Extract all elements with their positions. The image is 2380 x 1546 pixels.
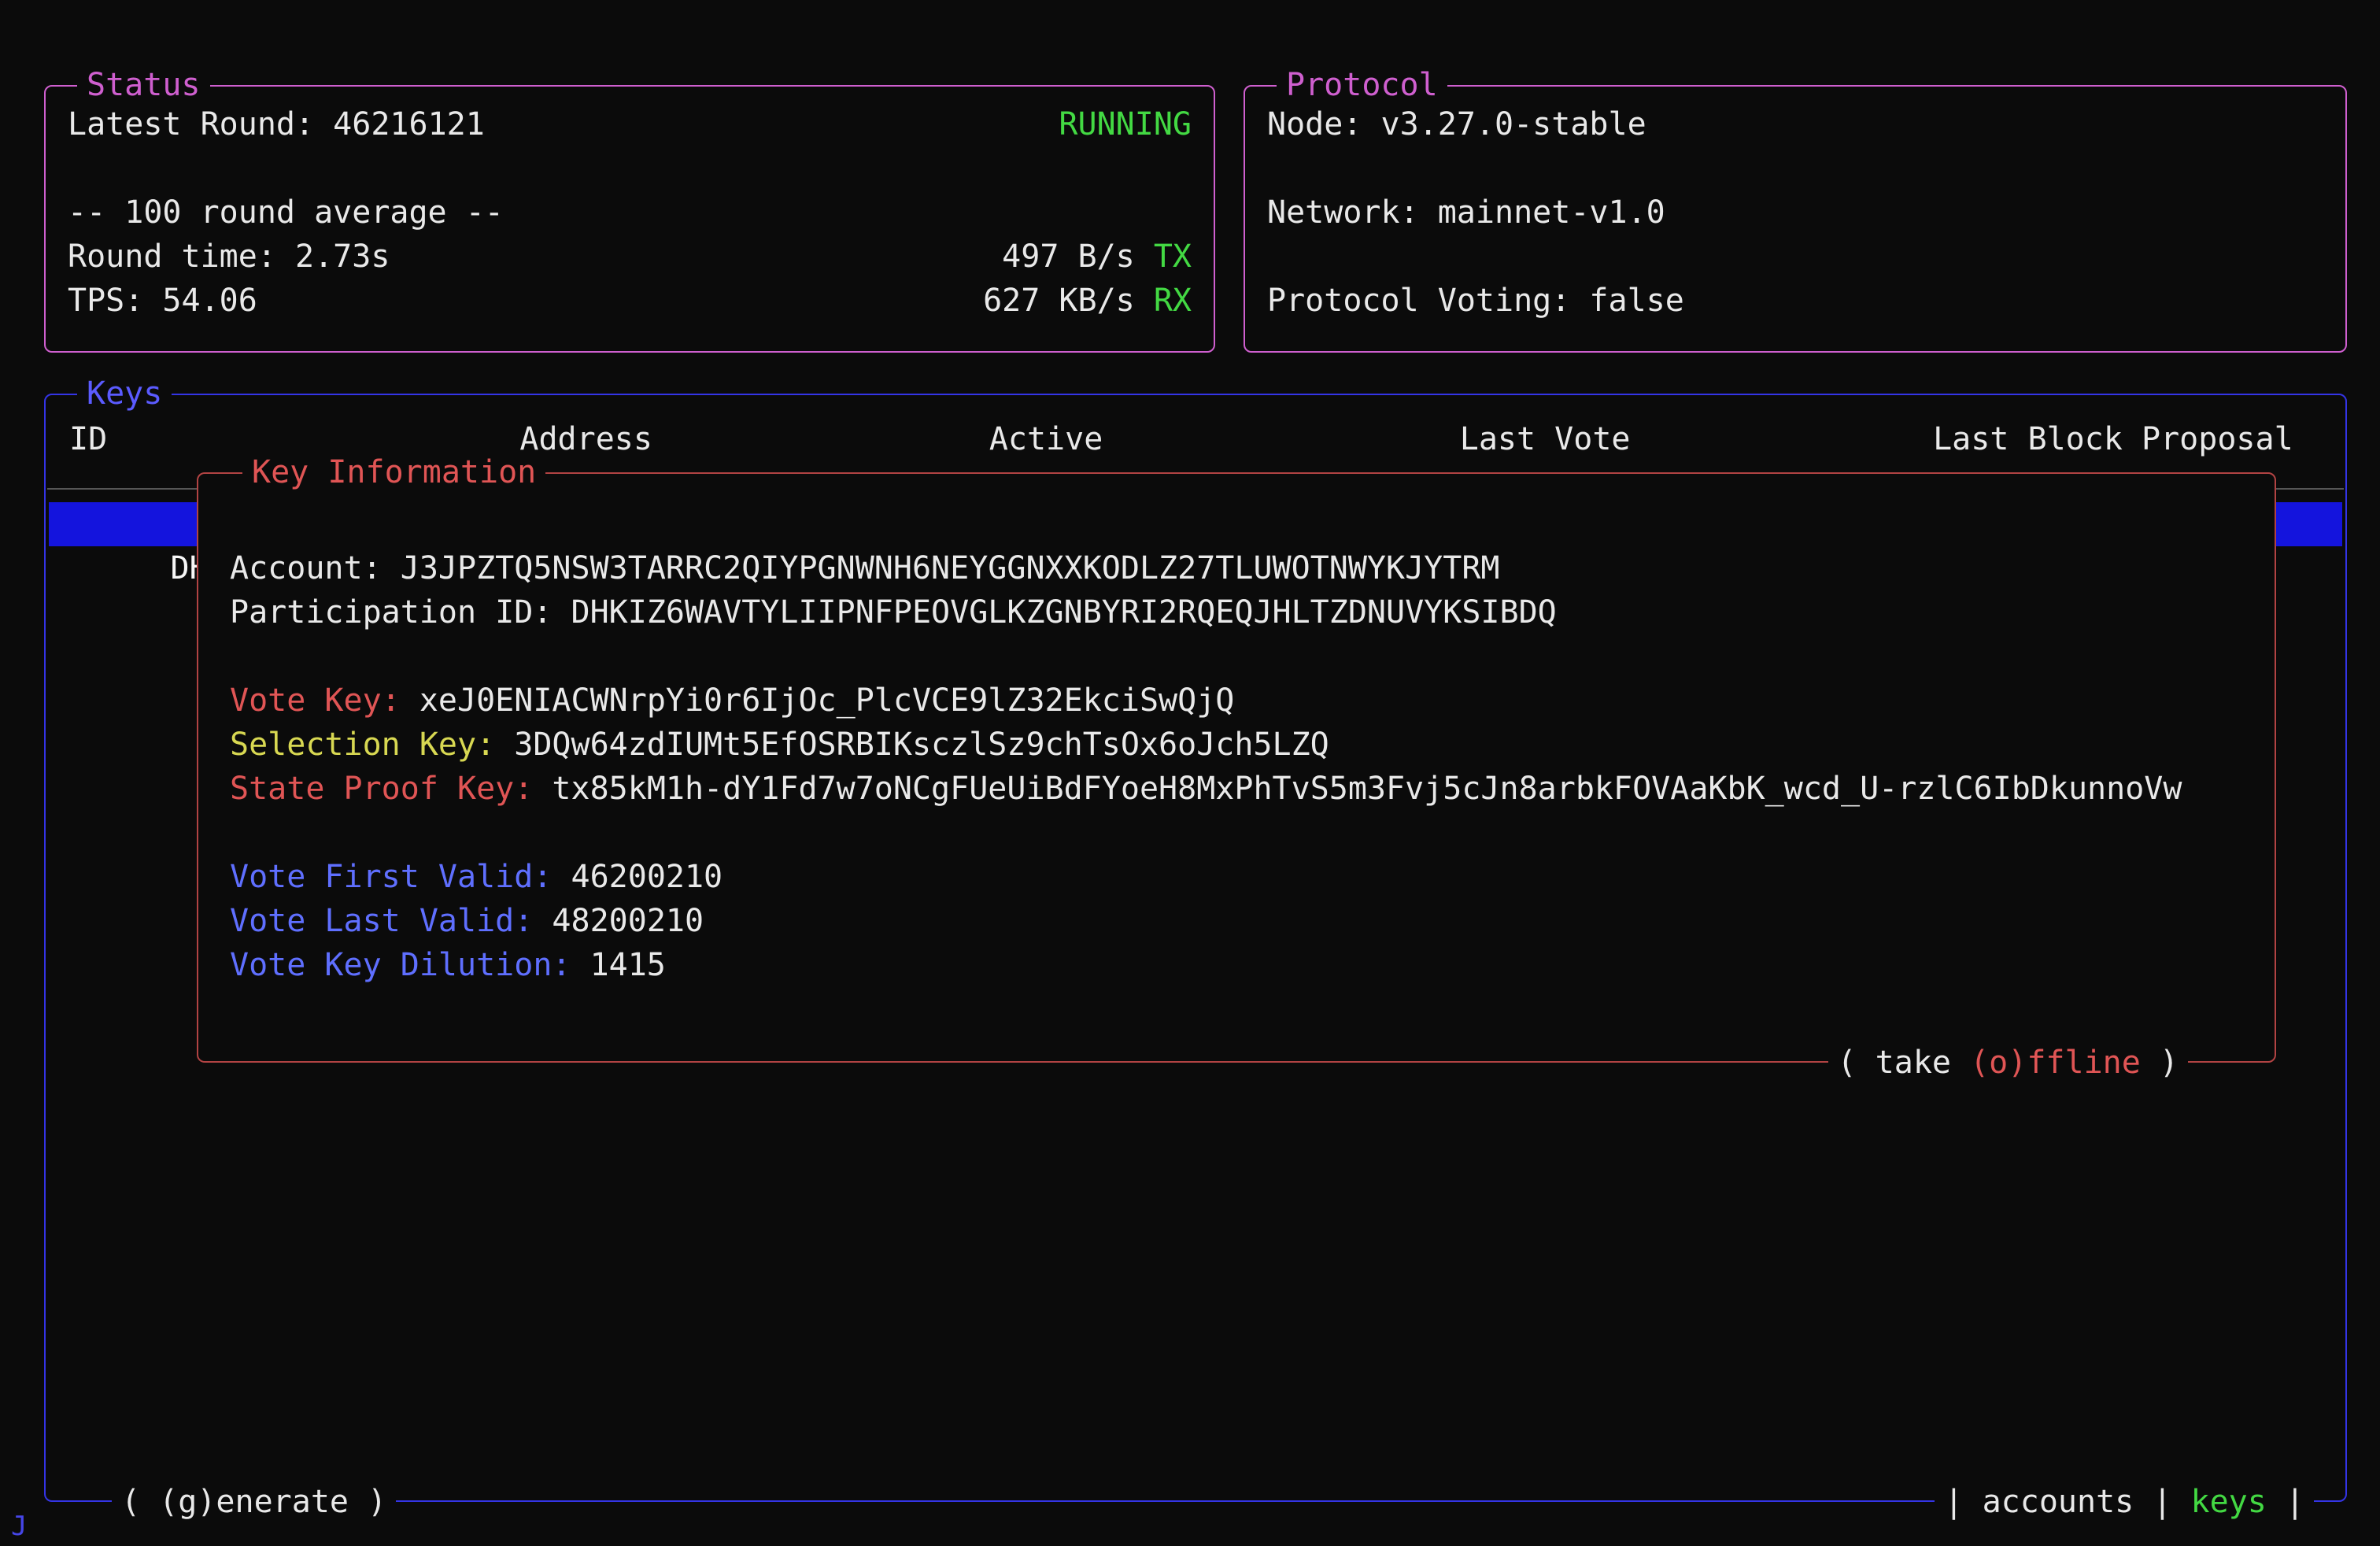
- tps-value: 54.06: [162, 283, 257, 319]
- status-panel: Status Latest Round: 46216121 RUNNING --…: [44, 85, 1215, 353]
- selection-key-label: Selection Key:: [230, 727, 514, 763]
- rx-rate-value: 627 KB/s: [983, 283, 1154, 319]
- network-text: Network: mainnet-v1.0: [1267, 190, 1665, 235]
- network-label: Network:: [1267, 194, 1438, 231]
- latest-round-value: 46216121: [333, 106, 485, 142]
- vote-last-valid-value: 48200210: [552, 903, 704, 939]
- participation-id-row: Participation ID: DHKIZ6WAVTYLIIPNFPEOVG…: [230, 590, 2243, 634]
- tab-separator: |: [2267, 1484, 2304, 1520]
- tps-row: TPS: 54.06 627 KB/s RX: [68, 279, 1192, 323]
- protocol-panel: Protocol Node: v3.27.0-stable Network: m…: [1244, 85, 2347, 353]
- latest-round-text: Latest Round: 46216121: [68, 102, 485, 146]
- vote-last-valid-row: Vote Last Valid: 48200210: [230, 899, 2243, 943]
- vote-key-label: Vote Key:: [230, 682, 419, 719]
- node-version-label: Node:: [1267, 106, 1381, 142]
- terminal-screen: Status Latest Round: 46216121 RUNNING --…: [0, 0, 2380, 1546]
- blank-row: [230, 634, 2243, 679]
- node-version-value: v3.27.0-stable: [1381, 106, 1646, 142]
- selection-key-row: Selection Key: 3DQw64zdIUMt5EfOSRBIKsczl…: [230, 723, 2243, 767]
- vote-last-valid-label: Vote Last Valid:: [230, 903, 552, 939]
- vote-first-valid-label: Vote First Valid:: [230, 859, 571, 895]
- rx-rate-text: 627 KB/s RX: [983, 279, 1192, 323]
- network-row: Network: mainnet-v1.0: [1267, 190, 2323, 235]
- blank-row: [68, 146, 1192, 190]
- key-information-content: Account: J3JPZTQ5NSW3TARRC2QIYPGNWNH6NEY…: [198, 474, 2275, 987]
- participation-id-label: Participation ID:: [230, 594, 571, 631]
- vote-key-dilution-value: 1415: [590, 947, 666, 983]
- column-header-active: Active: [989, 417, 1103, 461]
- account-row: Account: J3JPZTQ5NSW3TARRC2QIYPGNWNH6NEY…: [230, 546, 2243, 590]
- column-header-last-block-proposal: Last Block Proposal: [1933, 417, 2293, 461]
- key-information-title: Key Information: [242, 450, 545, 494]
- vote-key-dilution-row: Vote Key Dilution: 1415: [230, 943, 2243, 987]
- node-version-text: Node: v3.27.0-stable: [1267, 102, 1646, 146]
- blank-row: [230, 811, 2243, 855]
- state-proof-key-row: State Proof Key: tx85kM1h-dY1Fd7w7oNCgFU…: [230, 767, 2243, 811]
- tps-text: TPS: 54.06: [68, 279, 257, 323]
- selection-key-value: 3DQw64zdIUMt5EfOSRBIKsczlSz9chTsOx6oJch5…: [514, 727, 1329, 763]
- protocol-panel-title: Protocol: [1277, 63, 1447, 107]
- rx-label: RX: [1154, 283, 1192, 319]
- tx-rate-value: 497 B/s: [1002, 239, 1154, 275]
- tps-label: TPS:: [68, 283, 162, 319]
- account-value: J3JPZTQ5NSW3TARRC2QIYPGNWNH6NEYGGNXXKODL…: [401, 550, 1500, 586]
- vote-key-row: Vote Key: xeJ0ENIACWNrpYi0r6IjOc_PlcVCE9…: [230, 679, 2243, 723]
- node-state-badge: RUNNING: [1059, 102, 1192, 146]
- tx-label: TX: [1154, 239, 1192, 275]
- latest-round-row: Latest Round: 46216121 RUNNING: [68, 102, 1192, 146]
- generate-button[interactable]: ( (g)enerate ): [112, 1480, 396, 1524]
- state-proof-key-value: tx85kM1h-dY1Fd7w7oNCgFUeUiBdFYoeH8MxPhTv…: [552, 771, 2182, 807]
- vote-first-valid-value: 46200210: [571, 859, 722, 895]
- tab-keys[interactable]: keys: [2191, 1484, 2267, 1520]
- protocol-voting-value: false: [1589, 283, 1683, 319]
- view-tab-bar: | accounts | keys |: [1935, 1480, 2314, 1524]
- column-header-last-vote: Last Vote: [1460, 417, 1631, 461]
- round-average-row: -- 100 round average --: [68, 190, 1192, 235]
- take-offline-button[interactable]: ( take (o)ffline ): [1828, 1041, 2189, 1085]
- tab-separator: |: [1944, 1484, 1982, 1520]
- take-offline-hotkey: (o)ffline: [1970, 1045, 2141, 1081]
- column-header-id: ID: [69, 417, 107, 461]
- protocol-voting-row: Protocol Voting: false: [1267, 279, 2323, 323]
- tab-separator: |: [2134, 1484, 2190, 1520]
- protocol-rows: Node: v3.27.0-stable Network: mainnet-v1…: [1245, 87, 2345, 323]
- take-offline-pre: ( take: [1838, 1045, 1971, 1081]
- node-version-row: Node: v3.27.0-stable: [1267, 102, 2323, 146]
- round-average-header: -- 100 round average --: [68, 190, 504, 235]
- vote-first-valid-row: Vote First Valid: 46200210: [230, 855, 2243, 899]
- vote-key-value: xeJ0ENIACWNrpYi0r6IjOc_PlcVCE9lZ32EkciSw…: [419, 682, 1235, 719]
- round-time-row: Round time: 2.73s 497 B/s TX: [68, 235, 1192, 279]
- status-panel-title: Status: [77, 63, 210, 107]
- tab-accounts[interactable]: accounts: [1983, 1484, 2134, 1520]
- take-offline-post: ): [2141, 1045, 2179, 1081]
- blank-row: [1267, 235, 2323, 279]
- account-label: Account:: [230, 550, 401, 586]
- status-rows: Latest Round: 46216121 RUNNING -- 100 ro…: [46, 87, 1214, 323]
- participation-id-value: DHKIZ6WAVTYLIIPNFPEOVGLKZGNBYRI2RQEQJHLT…: [571, 594, 1556, 631]
- vote-key-dilution-label: Vote Key Dilution:: [230, 947, 590, 983]
- blank-row: [1267, 146, 2323, 190]
- round-time-text: Round time: 2.73s: [68, 235, 390, 279]
- network-value: mainnet-v1.0: [1438, 194, 1665, 231]
- latest-round-label: Latest Round:: [68, 106, 333, 142]
- key-information-modal: Key Information Account: J3JPZTQ5NSW3TAR…: [197, 472, 2276, 1063]
- round-time-value: 2.73s: [295, 239, 390, 275]
- protocol-voting-label: Protocol Voting:: [1267, 283, 1589, 319]
- state-proof-key-label: State Proof Key:: [230, 771, 552, 807]
- round-time-label: Round time:: [68, 239, 295, 275]
- tx-rate-text: 497 B/s TX: [1002, 235, 1192, 279]
- protocol-voting-text: Protocol Voting: false: [1267, 279, 1684, 323]
- stray-character: J: [11, 1513, 27, 1540]
- keys-panel-title: Keys: [77, 372, 172, 416]
